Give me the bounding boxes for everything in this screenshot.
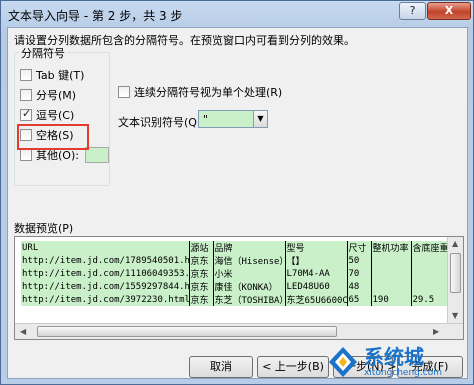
- table-cell: 小米: [213, 267, 286, 280]
- table-cell: 48: [347, 280, 372, 293]
- preview-table: URL 源站 品牌 型号 尺寸 整机功率 含底座重 http://item.jd.com/17…: [21, 241, 453, 306]
- tab-option[interactable]: Tab 键(T): [20, 67, 84, 83]
- preview-header-row: URL 源站 品牌 型号 尺寸 整机功率 含底座重: [21, 241, 453, 254]
- semicolon-option[interactable]: 分号(M): [20, 87, 76, 103]
- table-cell: 东芝（TOSHIBA）: [213, 293, 286, 306]
- title-bar: 文本导入向导 - 第 2 步，共 3 步 ? X: [1, 1, 473, 27]
- semicolon-checkbox[interactable]: [20, 89, 32, 101]
- delimiters-group-title: 分隔符号: [19, 45, 67, 61]
- table-cell: 京东: [189, 293, 214, 306]
- table-cell: 京东: [189, 280, 214, 293]
- scroll-right-icon[interactable]: ▶: [433, 327, 439, 336]
- consecutive-label: 连续分隔符号视为单个处理(R): [134, 86, 283, 99]
- table-cell: 型号: [285, 241, 348, 254]
- chevron-down-icon[interactable]: ▼: [253, 111, 267, 127]
- table-cell: 京东: [189, 254, 214, 267]
- table-cell: 50: [347, 254, 372, 267]
- scroll-up-icon[interactable]: ▲: [452, 239, 458, 248]
- data-preview[interactable]: URL 源站 品牌 型号 尺寸 整机功率 含底座重 http://item.jd.com/17…: [14, 236, 464, 340]
- text-qualifier-select[interactable]: " ▼: [198, 110, 268, 128]
- comma-highlight-box: [17, 124, 89, 150]
- close-button[interactable]: X: [427, 2, 471, 20]
- table-cell: 品牌: [213, 241, 286, 254]
- tab-label: Tab 键(T): [36, 69, 85, 82]
- consecutive-checkbox[interactable]: [118, 86, 130, 98]
- delimiters-group: 分隔符号 Tab 键(T) 分号(M) 逗号(C) 空格(S) 其他(O):: [14, 45, 110, 186]
- table-cell: L70M4-AA: [285, 267, 348, 280]
- scroll-down-icon[interactable]: ▼: [452, 311, 458, 320]
- table-cell: [371, 267, 412, 280]
- table-cell: URL: [21, 241, 190, 254]
- table-cell: 70: [347, 267, 372, 280]
- comma-checkbox[interactable]: [20, 107, 32, 121]
- other-checkbox[interactable]: [20, 149, 32, 161]
- dialog-body: 请设置分列数据所包含的分隔符号。在预览窗口内可看到分列的效果。 分隔符号 Tab…: [7, 27, 468, 379]
- comma-label: 逗号(C): [36, 109, 75, 122]
- table-cell: 65: [347, 293, 372, 306]
- cancel-button[interactable]: 取消: [189, 356, 253, 378]
- consecutive-option[interactable]: 连续分隔符号视为单个处理(R): [118, 84, 282, 100]
- table-cell: 【】: [285, 254, 348, 267]
- table-row: http://item.jd.com/3972230.html 京东 东芝（TOSH…: [21, 293, 453, 306]
- watermark-url: xitongcheng.com: [364, 368, 442, 378]
- table-row: http://item.jd.com/1559297844.html 京东 康佳（K…: [21, 280, 453, 293]
- table-cell: 尺寸: [347, 241, 372, 254]
- vertical-scrollbar[interactable]: ▲ ▼: [447, 237, 463, 323]
- text-qualifier-label: 文本识别符号(Q):: [118, 116, 205, 129]
- horizontal-scrollbar[interactable]: ◀ ▶: [15, 323, 463, 339]
- dialog-window: 文本导入向导 - 第 2 步，共 3 步 ? X 请设置分列数据所包含的分隔符号…: [0, 0, 474, 385]
- watermark-title: 系统城: [364, 345, 424, 369]
- table-cell: http://item.jd.com/3972230.html: [21, 293, 190, 306]
- table-cell: http://item.jd.com/11106049353.html: [21, 267, 190, 280]
- text-qualifier-value: ": [203, 113, 209, 126]
- scroll-left-icon[interactable]: ◀: [20, 327, 26, 336]
- table-cell: 源站: [189, 241, 214, 254]
- back-button[interactable]: < 上一步(B): [257, 356, 329, 378]
- table-cell: 康佳（KONKA）: [213, 280, 286, 293]
- table-cell: [371, 254, 412, 267]
- semicolon-label: 分号(M): [36, 89, 77, 102]
- table-row: http://item.jd.com/11106049353.html京东小米L…: [21, 267, 453, 280]
- preview-label: 数据预览(P): [14, 222, 74, 235]
- table-cell: 190: [371, 293, 412, 306]
- comma-option[interactable]: 逗号(C): [20, 107, 74, 123]
- table-cell: http://item.jd.com/1789540501.html: [21, 254, 190, 267]
- table-cell: 京东: [189, 267, 214, 280]
- horizontal-scroll-thumb[interactable]: [37, 326, 337, 337]
- table-row: http://item.jd.com/1789540501.html 京东 海信（H…: [21, 254, 453, 267]
- window-title: 文本导入向导 - 第 2 步，共 3 步: [8, 9, 183, 23]
- table-cell: 东芝65U6600C: [285, 293, 348, 306]
- table-cell: http://item.jd.com/1559297844.html: [21, 280, 190, 293]
- watermark-logo-icon: [326, 345, 360, 379]
- vertical-scroll-thumb[interactable]: [450, 253, 461, 293]
- table-cell: 海信（Hisense）: [213, 254, 286, 267]
- table-cell: LED48U60: [285, 280, 348, 293]
- tab-checkbox[interactable]: [20, 69, 32, 81]
- table-cell: [371, 280, 412, 293]
- help-button[interactable]: ?: [399, 2, 426, 20]
- table-cell: 整机功率: [371, 241, 412, 254]
- watermark: 系统城 xitongcheng.com: [326, 341, 471, 383]
